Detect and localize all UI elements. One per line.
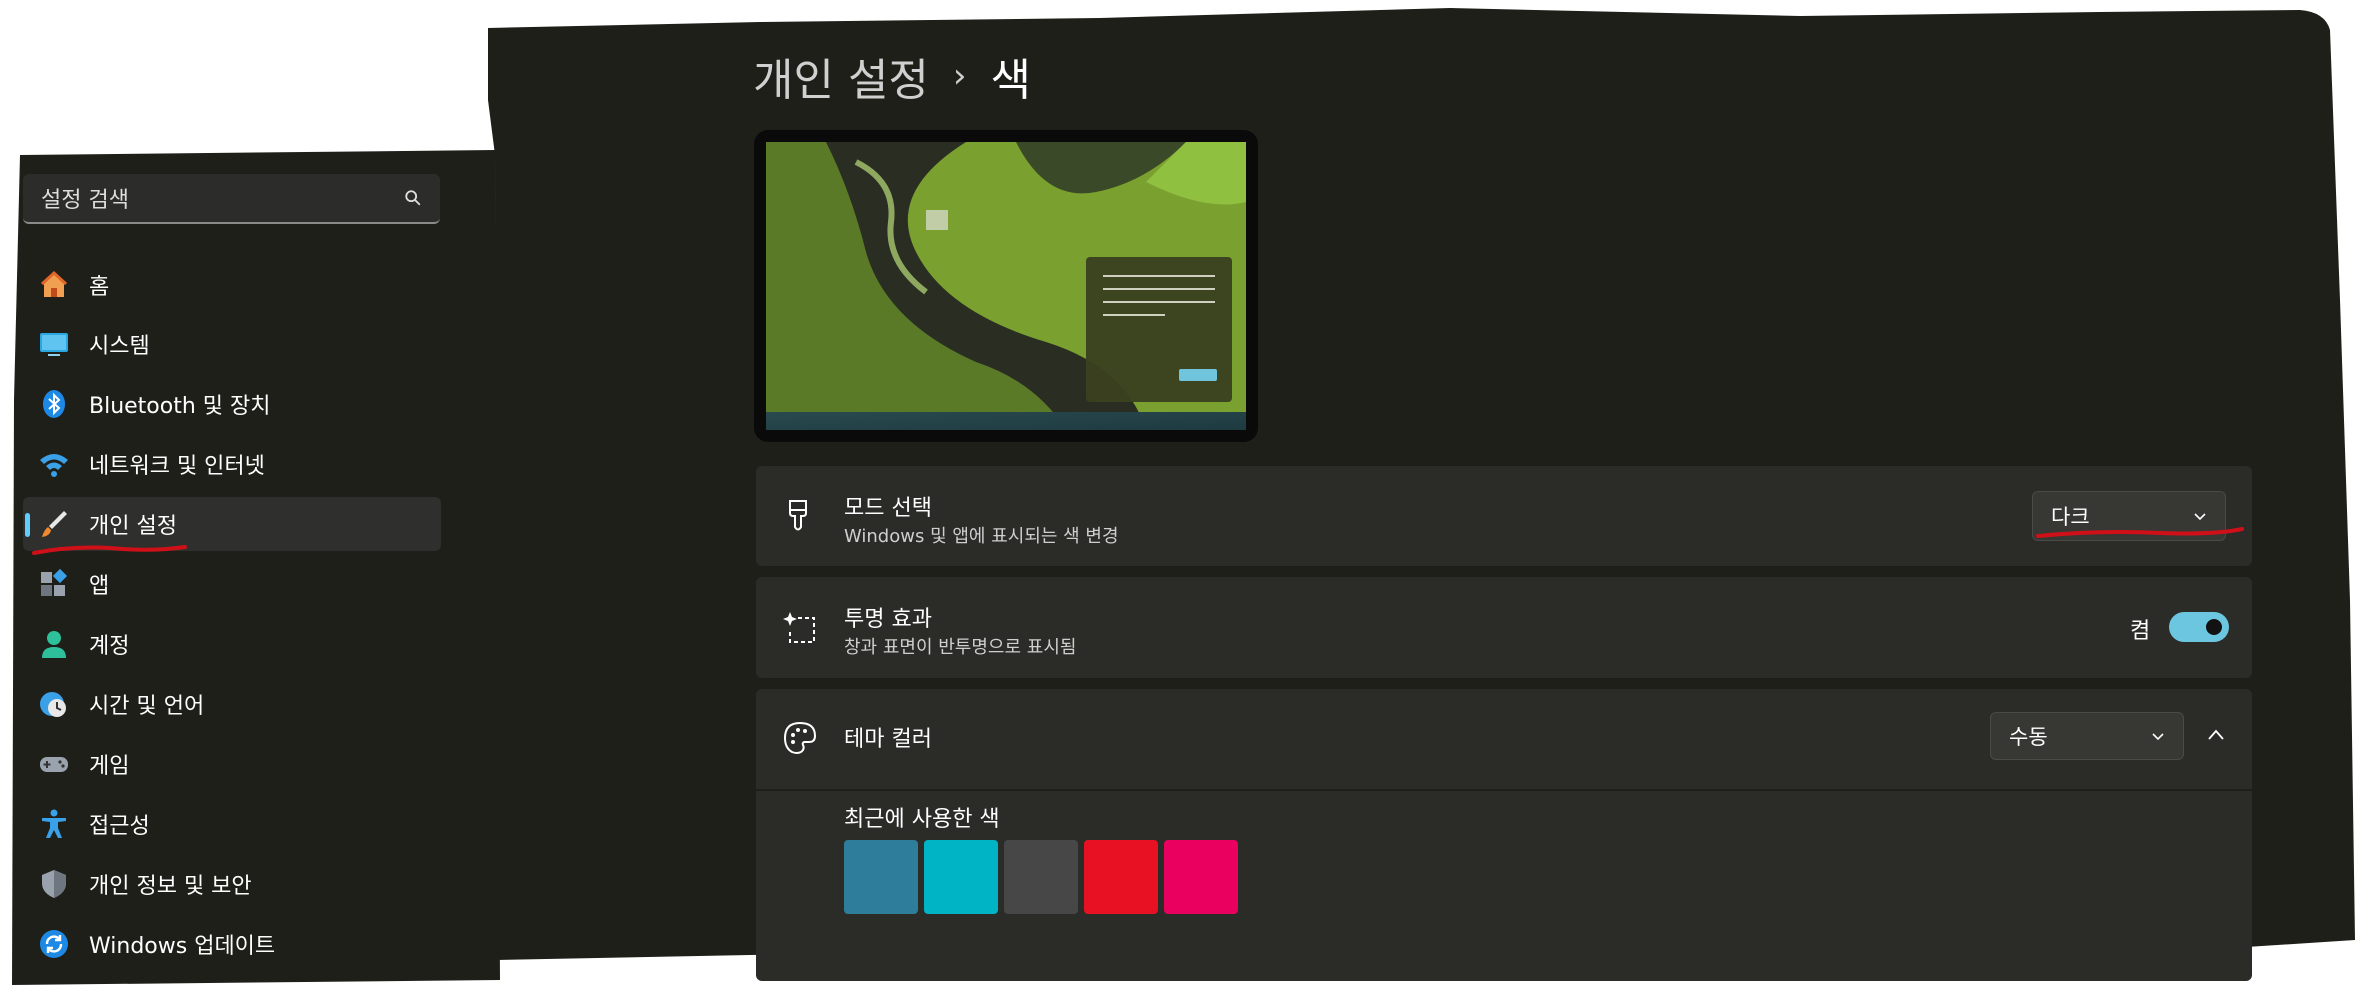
chevron-down-icon [2152,733,2164,741]
annotation-underline [32,545,187,555]
breadcrumb-parent[interactable]: 개인 설정 [753,44,929,108]
theme-preview [754,130,1258,442]
wallpaper-image [766,142,1246,430]
transparency-description: 창과 표면이 반투명으로 표시됨 [844,637,1077,658]
recent-colors-label: 최근에 사용한 색 [844,807,1000,832]
transparency-title: 투명 효과 [844,607,932,632]
chevron-up-icon[interactable] [2206,727,2226,743]
transparency-state-label: 켬 [2130,619,2151,644]
transparency-setting-card: 투명 효과 창과 표면이 반투명으로 표시됨 켬 [756,577,2252,678]
toggle-knob [2206,619,2222,635]
recent-color-swatch[interactable] [1164,840,1238,914]
transparency-sparkle-icon [783,612,815,643]
recent-color-swatch[interactable] [924,840,998,914]
recent-color-swatch[interactable] [1084,840,1158,914]
mode-setting-card: 모드 선택 Windows 및 앱에 표시되는 색 변경 다크 [756,466,2252,566]
paint-brush-icon [789,500,807,531]
breadcrumb-separator: › [952,56,967,96]
mode-title: 모드 선택 [844,496,932,521]
recent-color-swatch[interactable] [844,840,918,914]
section-divider [756,789,2252,791]
annotation-underline-mode [2036,527,2244,538]
breadcrumb: 개인 설정 › 색 [753,44,1031,108]
recent-color-swatch[interactable] [1004,840,1078,914]
theme-color-title: 테마 컬러 [844,727,932,752]
page-title: 색 [990,55,1031,106]
theme-color-dropdown[interactable]: 수동 [1990,712,2184,760]
palette-icon [783,721,817,754]
theme-color-card: 테마 컬러 수동 최근에 사용한 색 [756,689,2252,981]
theme-color-dropdown-value: 수동 [2009,725,2048,749]
transparency-toggle[interactable] [2169,612,2229,642]
mode-description: Windows 및 앱에 표시되는 색 변경 [844,526,1119,547]
